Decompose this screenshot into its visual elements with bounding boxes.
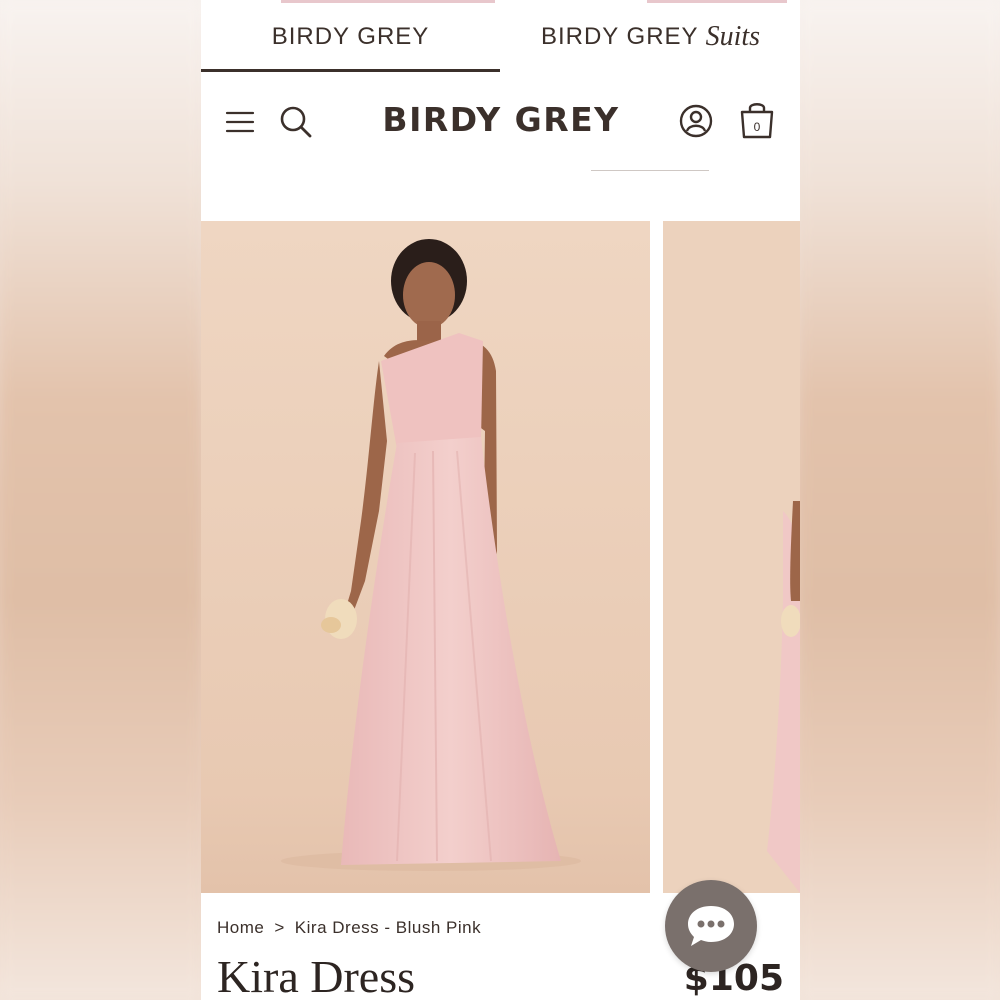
blurred-background-left — [0, 0, 201, 1000]
chat-bubble-icon — [688, 906, 734, 946]
product-title: Kira Dress — [217, 951, 415, 1000]
header-divider — [591, 170, 709, 171]
product-image-main[interactable] — [201, 221, 650, 893]
tab-birdy-grey-label: BIRDY GREY — [271, 23, 430, 50]
breadcrumb-current: Kira Dress - Blush Pink — [294, 918, 482, 937]
tab-suits-suffix: Suits — [705, 21, 761, 52]
shopping-bag-icon[interactable]: 0 — [737, 99, 777, 141]
account-icon[interactable] — [677, 102, 715, 140]
tab-birdy-grey[interactable]: BIRDY GREY — [201, 0, 500, 74]
tab-birdy-grey-suits[interactable]: BIRDY GREY Suits — [501, 0, 800, 74]
product-image-gallery[interactable] — [201, 221, 800, 893]
chat-button[interactable] — [665, 880, 757, 972]
blurred-background-right — [799, 0, 1000, 1000]
site-logo[interactable]: BIRDY GREY — [351, 100, 651, 139]
breadcrumb-home-link[interactable]: Home — [217, 918, 264, 938]
product-image-next[interactable] — [663, 221, 800, 893]
mobile-page: BIRDY GREY BIRDY GREY Suits BIRDY GREY 0 — [201, 0, 800, 1000]
active-tab-indicator — [201, 69, 500, 72]
breadcrumb: Home > Kira Dress - Blush Pink — [217, 918, 481, 938]
search-icon[interactable] — [277, 103, 315, 141]
cart-count: 0 — [753, 120, 761, 134]
brand-tabs: BIRDY GREY BIRDY GREY Suits — [201, 0, 800, 74]
menu-icon[interactable] — [223, 105, 257, 139]
tab-suits-label: BIRDY GREY — [540, 23, 699, 50]
breadcrumb-separator: > — [274, 918, 285, 937]
site-header: BIRDY GREY 0 — [201, 74, 800, 174]
